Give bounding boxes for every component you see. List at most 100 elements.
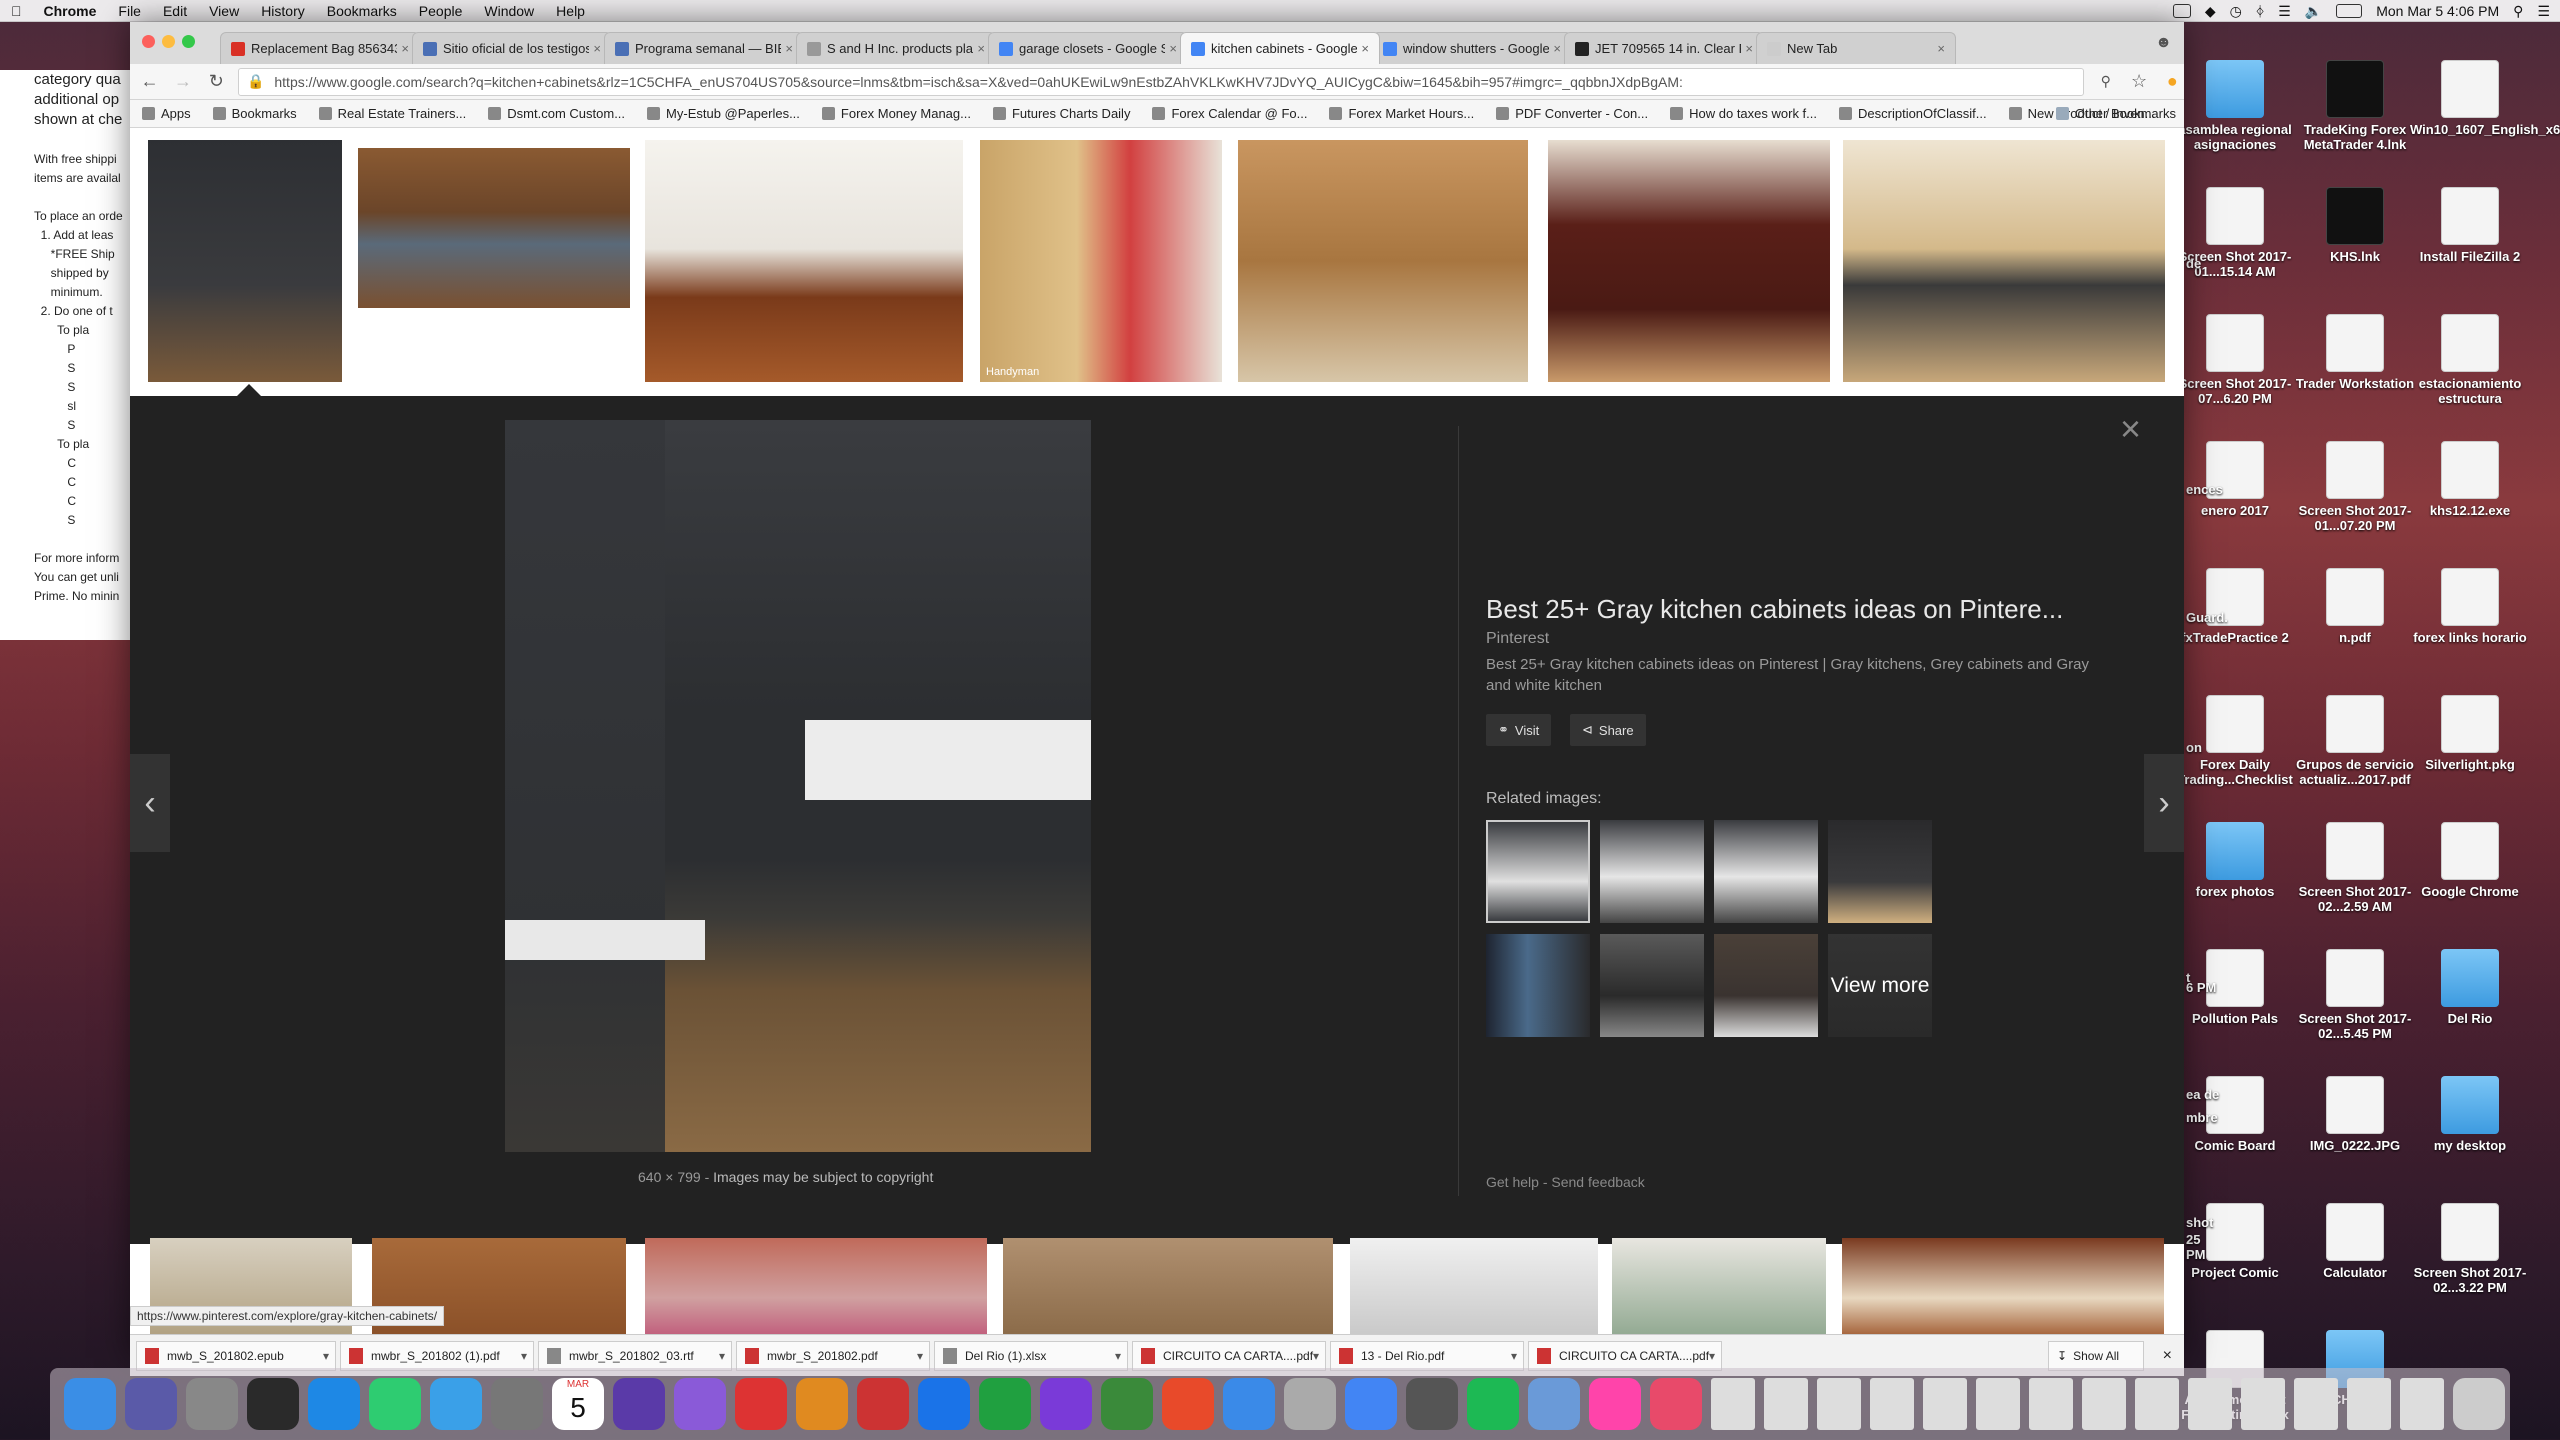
image-result-thumbnail[interactable]: [1238, 140, 1528, 382]
menu-app-name[interactable]: Chrome: [33, 3, 108, 19]
desktop-icon[interactable]: my desktop: [2410, 1076, 2530, 1153]
facetime-icon[interactable]: [369, 1378, 421, 1430]
photos-icon[interactable]: [1589, 1378, 1641, 1430]
siri-icon[interactable]: [125, 1378, 177, 1430]
browser-tab[interactable]: garage closets - Google Se... ×: [988, 32, 1188, 64]
related-image[interactable]: [1714, 820, 1818, 923]
menu-history[interactable]: History: [250, 3, 316, 19]
related-image[interactable]: [1600, 934, 1704, 1037]
bookmark-item[interactable]: Bookmarks: [212, 106, 297, 121]
tab-close-icon[interactable]: ×: [401, 41, 409, 56]
document-icon[interactable]: [2400, 1378, 2444, 1430]
keynote-icon[interactable]: [613, 1378, 665, 1430]
download-item[interactable]: 13 - Del Rio.pdf ▾: [1330, 1340, 1524, 1371]
share-button[interactable]: ⊲ Share: [1570, 714, 1646, 746]
bookmark-item[interactable]: Futures Charts Daily: [992, 106, 1130, 121]
send-feedback-link[interactable]: Send feedback: [1551, 1174, 1644, 1190]
menu-edit[interactable]: Edit: [152, 3, 198, 19]
desktop-icon[interactable]: Screen Shot 2017-01...07.20 PM: [2295, 441, 2415, 533]
show-all-downloads-button[interactable]: ↧ Show All: [2048, 1340, 2144, 1371]
menu-view[interactable]: View: [198, 3, 250, 19]
get-help-link[interactable]: Get help: [1486, 1174, 1539, 1190]
browser-tab[interactable]: JET 709565 14 in. Clear Pla... ×: [1564, 32, 1764, 64]
menu-people[interactable]: People: [408, 3, 474, 19]
browser-tab[interactable]: New Tab ×: [1756, 32, 1956, 64]
excel-icon[interactable]: [979, 1378, 1031, 1430]
calendar-icon[interactable]: MAR 5: [552, 1378, 604, 1430]
address-bar[interactable]: 🔒 https://www.google.com/search?q=kitche…: [237, 67, 2085, 96]
preview-icon[interactable]: [1284, 1378, 1336, 1430]
acrobat-icon[interactable]: [674, 1378, 726, 1430]
image-result-thumbnail[interactable]: [1843, 140, 2165, 382]
document-icon[interactable]: [2347, 1378, 2391, 1430]
visit-button[interactable]: ⚭ Visit: [1486, 714, 1552, 746]
tab-close-icon[interactable]: ×: [1745, 41, 1753, 56]
image-result-thumbnail[interactable]: [1842, 1238, 2164, 1334]
document-icon[interactable]: [1764, 1378, 1808, 1430]
collaboration-icon[interactable]: [1101, 1378, 1153, 1430]
chevron-down-icon[interactable]: ▾: [1511, 1349, 1517, 1363]
browser-tab[interactable]: window shutters - Google S...×: [1372, 32, 1572, 64]
browser-tab[interactable]: S and H Inc. products plast... ×: [796, 32, 996, 64]
related-image[interactable]: [1828, 820, 1932, 923]
document-icon[interactable]: [2294, 1378, 2338, 1430]
desktop-icon[interactable]: Screen Shot 2017-02...3.22 PM: [2410, 1203, 2530, 1295]
image-result-thumbnail[interactable]: Handyman: [980, 140, 1222, 382]
tab-close-icon[interactable]: ×: [1553, 41, 1561, 56]
bookmark-item[interactable]: Forex Market Hours...: [1329, 106, 1474, 121]
other-bookmarks[interactable]: Other Bookmarks: [2055, 106, 2176, 121]
bookmark-item[interactable]: Apps: [142, 106, 191, 121]
word-icon[interactable]: [918, 1378, 970, 1430]
battery-icon[interactable]: [2336, 4, 2363, 18]
menu-bookmarks[interactable]: Bookmarks: [316, 3, 408, 19]
bookmark-item[interactable]: Real Estate Trainers...: [318, 106, 466, 121]
tab-close-icon[interactable]: ×: [1361, 41, 1369, 56]
desktop-icon[interactable]: estacionamiento estructura: [2410, 314, 2530, 406]
desktop-icon[interactable]: Screen Shot 2017-07...6.20 PM: [2175, 314, 2295, 406]
browser-tab[interactable]: Replacement Bag 856343... ×: [220, 32, 420, 64]
close-download-bar-button[interactable]: ×: [2163, 1347, 2172, 1365]
desktop-icon[interactable]: Screen Shot 2017-02...5.45 PM: [2295, 949, 2415, 1041]
chevron-down-icon[interactable]: ▾: [917, 1349, 923, 1363]
chevron-down-icon[interactable]: ▾: [521, 1349, 527, 1363]
document-icon[interactable]: [1817, 1378, 1861, 1430]
image-result-thumbnail[interactable]: [1548, 140, 1830, 382]
download-item[interactable]: CIRCUITO CA CARTA....pdf ▾: [1132, 1340, 1326, 1371]
document-icon[interactable]: [2241, 1378, 2285, 1430]
back-button[interactable]: ←: [138, 70, 161, 94]
dropbox-icon[interactable]: ◆: [2205, 3, 2216, 20]
desktop-icon[interactable]: Install FileZilla 2: [2410, 187, 2530, 264]
tab-close-icon[interactable]: ×: [785, 41, 793, 56]
browser-tab[interactable]: Programa semanal — BIBL... ×: [604, 32, 804, 64]
network-icon[interactable]: [1223, 1378, 1275, 1430]
ibooks-icon[interactable]: [796, 1378, 848, 1430]
photo-booth-icon[interactable]: [857, 1378, 909, 1430]
chevron-down-icon[interactable]: ▾: [719, 1349, 725, 1363]
view-more-button[interactable]: View more: [1828, 934, 1932, 1037]
desktop-icon[interactable]: TradeKing Forex MetaTrader 4.lnk: [2295, 60, 2415, 152]
screenshot-icon[interactable]: [1406, 1378, 1458, 1430]
menu-help[interactable]: Help: [545, 3, 596, 19]
finder-icon[interactable]: [64, 1378, 116, 1430]
forward-button[interactable]: →: [171, 70, 194, 94]
desktop-icon[interactable]: KHS.lnk: [2295, 187, 2415, 264]
related-image[interactable]: [1714, 934, 1818, 1037]
powerpoint-icon[interactable]: [1162, 1378, 1214, 1430]
desktop-icon[interactable]: Silverlight.pkg: [2410, 695, 2530, 772]
chevron-down-icon[interactable]: ▾: [1115, 1349, 1121, 1363]
related-image[interactable]: [1486, 934, 1590, 1037]
tab-close-icon[interactable]: ×: [1169, 41, 1177, 56]
bookmark-item[interactable]: How do taxes work f...: [1670, 106, 1817, 121]
wifi-icon[interactable]: ☰: [2278, 3, 2291, 20]
chevron-down-icon[interactable]: ▾: [323, 1349, 329, 1363]
document-icon[interactable]: [1923, 1378, 1967, 1430]
chrome-icon[interactable]: [1345, 1378, 1397, 1430]
preview-source[interactable]: Pinterest: [1486, 630, 1549, 648]
download-item[interactable]: mwbr_S_201802_03.rtf ▾: [538, 1340, 732, 1371]
trash-icon[interactable]: [2453, 1378, 2505, 1430]
related-image[interactable]: [1486, 820, 1590, 923]
chevron-down-icon[interactable]: ▾: [1709, 1349, 1715, 1363]
search-icon[interactable]: ⚲: [2094, 70, 2117, 94]
bookmark-item[interactable]: Forex Calendar @ Fo...: [1152, 106, 1307, 121]
desktop-icon[interactable]: Trader Workstation: [2295, 314, 2415, 391]
